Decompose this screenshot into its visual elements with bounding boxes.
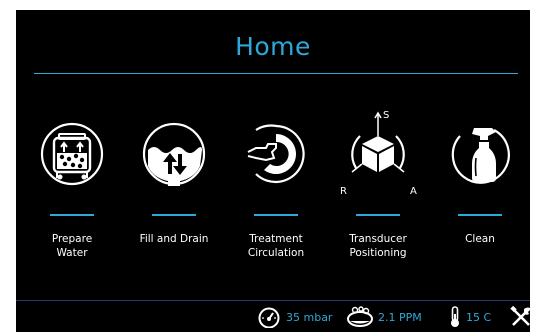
tile-fill-and-drain[interactable]: Fill and Drain: [126, 122, 222, 272]
axis-label-a: A: [410, 186, 417, 197]
tools-icon[interactable]: [510, 306, 530, 328]
fill-drain-icon: [142, 122, 206, 186]
title-divider: [34, 73, 518, 74]
tile-underline: [458, 214, 502, 216]
tile-transducer-positioning[interactable]: S R A Transducer Positioning: [330, 110, 426, 272]
tile-underline: [152, 214, 196, 216]
tile-clean[interactable]: Clean: [432, 122, 528, 272]
tile-label: Transducer Positioning: [349, 233, 407, 259]
bubbles-icon: [347, 306, 373, 327]
tile-label: Prepare Water: [51, 233, 93, 259]
tile-treatment-circulation[interactable]: Treatment Circulation: [228, 122, 324, 272]
circulation-icon: [247, 124, 305, 184]
temperature-value: 15 C: [466, 310, 492, 324]
tile-label: Clean: [465, 233, 495, 245]
page-title: Home: [235, 32, 311, 61]
pressure-status: 35 mbar: [256, 306, 332, 328]
temperature-status: 15 C: [448, 306, 491, 328]
spray-bottle-icon: [451, 128, 510, 184]
transducer-cube-icon: [351, 111, 405, 173]
tile-prepare-water[interactable]: Prepare Water: [24, 122, 120, 272]
oxygen-status: 2.1 PPM: [346, 306, 422, 328]
status-divider: [16, 300, 530, 301]
oxygen-value: 2.1 PPM: [378, 310, 422, 324]
water-tank-icon: [40, 122, 104, 186]
pressure-gauge-icon: [258, 307, 280, 328]
tile-label: Treatment Circulation: [247, 233, 305, 259]
tile-underline: [50, 214, 94, 216]
axis-label-r: R: [340, 186, 347, 197]
pressure-value: 35 mbar: [286, 310, 333, 324]
axis-label-s: S: [383, 110, 390, 121]
tile-underline: [254, 214, 298, 216]
thermometer-icon: [451, 306, 459, 327]
tile-label: Fill and Drain: [139, 233, 209, 245]
tile-underline: [356, 214, 400, 216]
main-screen: Home Prepare Water Fill and Drain Treatm…: [16, 10, 530, 332]
